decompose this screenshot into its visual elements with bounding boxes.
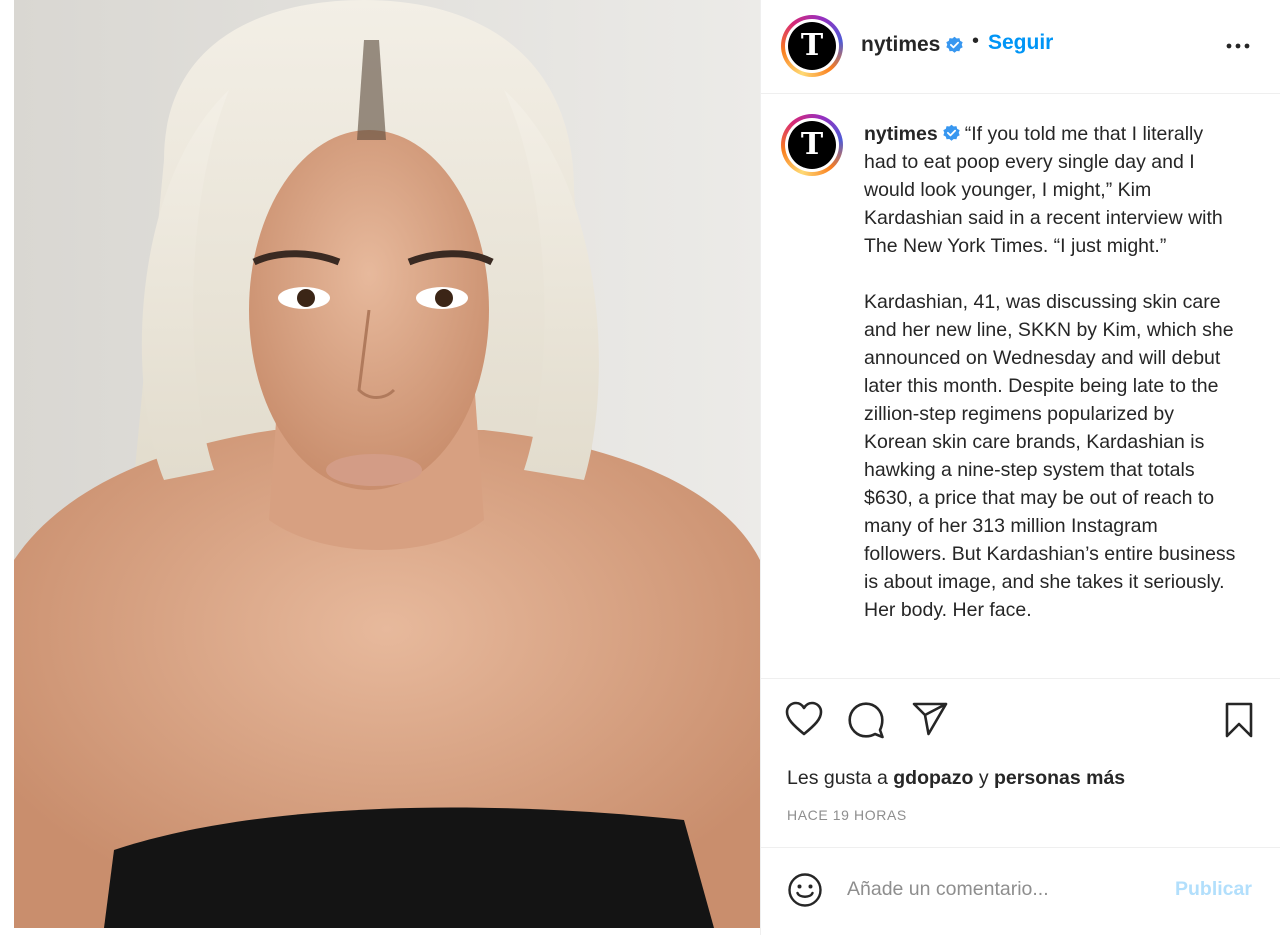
avatar[interactable]: T — [781, 15, 843, 77]
share-icon[interactable] — [911, 701, 949, 737]
nyt-logo: T — [788, 121, 836, 169]
comment-icon[interactable] — [847, 701, 885, 739]
more-options-icon[interactable] — [1225, 34, 1251, 58]
follow-button[interactable]: Seguir — [988, 31, 1053, 55]
header-username[interactable]: nytimes — [861, 33, 940, 57]
post-timestamp: HACE 19 HORAS — [787, 807, 907, 823]
avatar-ring-inner: T — [785, 19, 839, 73]
separator-dot: • — [972, 30, 980, 52]
nyt-logo: T — [788, 22, 836, 70]
caption-avatar[interactable]: T — [781, 114, 843, 176]
caption-area: T nytimes “If you told me that I literall… — [761, 94, 1280, 678]
post-actions: Les gusta a gdopazo y personas más HACE … — [761, 678, 1280, 848]
avatar-ring-inner: T — [785, 118, 839, 172]
instagram-post: T nytimes • Seguir T nytimes “If you tol… — [0, 0, 1280, 935]
caption-username[interactable]: nytimes — [864, 123, 938, 145]
verified-badge-icon — [943, 124, 960, 141]
likes-summary: Les gusta a gdopazo y personas más — [787, 767, 1125, 790]
publish-button[interactable]: Publicar — [1175, 878, 1252, 901]
likes-prefix: Les gusta a — [787, 767, 888, 789]
post-image[interactable] — [14, 0, 760, 928]
post-panel: T nytimes • Seguir T nytimes “If you tol… — [760, 0, 1280, 935]
likes-others-link[interactable]: personas más — [994, 767, 1125, 789]
bookmark-icon[interactable] — [1223, 701, 1255, 739]
comment-box: Publicar — [761, 848, 1280, 935]
post-header: T nytimes • Seguir — [761, 0, 1280, 94]
caption: nytimes “If you told me that I literally … — [864, 120, 1239, 624]
emoji-icon[interactable] — [787, 872, 823, 908]
comment-input[interactable] — [847, 874, 1147, 904]
liked-by-user-link[interactable]: gdopazo — [893, 767, 973, 789]
post-photo — [14, 0, 760, 928]
verified-badge-icon — [946, 36, 963, 53]
heart-icon[interactable] — [785, 701, 823, 737]
likes-conjunction: y — [978, 767, 989, 789]
caption-text: “If you told me that I literally had to … — [864, 123, 1236, 621]
